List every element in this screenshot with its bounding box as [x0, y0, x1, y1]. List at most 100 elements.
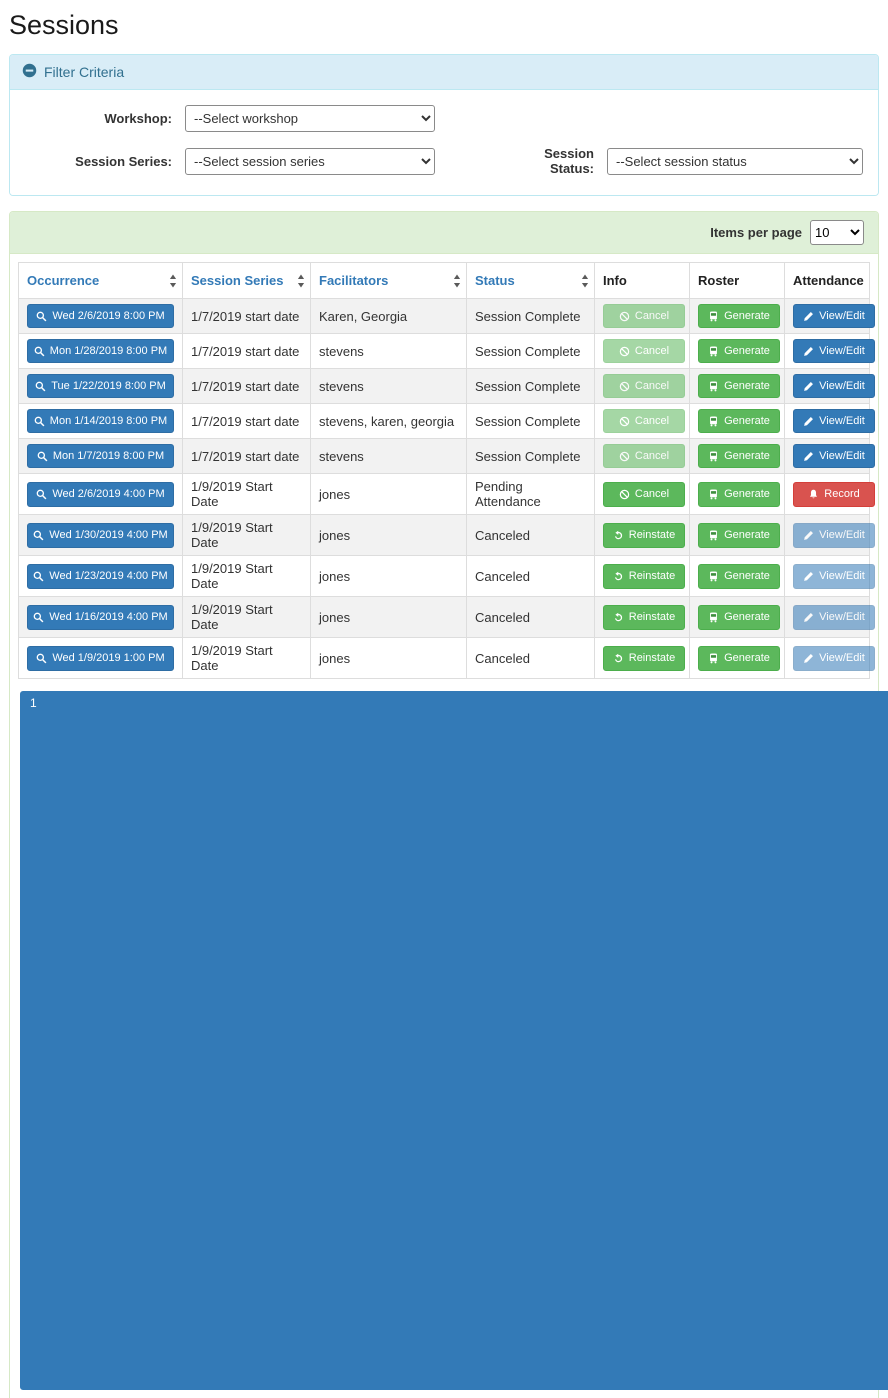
cancel-button[interactable]: Cancel: [603, 374, 685, 398]
record-button[interactable]: Record: [793, 482, 875, 506]
occurrence-cell: Mon 1/7/2019 8:00 PM: [19, 439, 183, 474]
undo-icon: [613, 653, 624, 664]
occurrence-cell: Wed 1/16/2019 4:00 PM: [19, 597, 183, 638]
sort-icon[interactable]: [169, 274, 177, 288]
page-1-link[interactable]: 1: [20, 691, 888, 1390]
ban-icon: [619, 416, 630, 427]
view-edit-button[interactable]: View/Edit: [793, 304, 875, 328]
roster-generate-label: Generate: [724, 570, 770, 582]
session-series-cell: 1/9/2019 Start Date: [183, 597, 311, 638]
filter-criteria-title: Filter Criteria: [44, 64, 124, 80]
column-header-status[interactable]: Status: [467, 263, 595, 299]
occurrence-button[interactable]: Mon 1/14/2019 8:00 PM: [27, 409, 174, 433]
facilitators-cell: jones: [311, 474, 467, 515]
attendance-cell: View/Edit: [785, 369, 870, 404]
action-label: View/Edit: [819, 310, 865, 322]
items-per-page-select[interactable]: 10: [810, 220, 864, 245]
column-header-facilitators[interactable]: Facilitators: [311, 263, 467, 299]
filter-criteria-header[interactable]: Filter Criteria: [10, 55, 878, 90]
reinstate-button[interactable]: Reinstate: [603, 523, 685, 547]
roster-generate-label: Generate: [724, 611, 770, 623]
roster-generate-button[interactable]: Generate: [698, 482, 780, 506]
view-edit-button[interactable]: View/Edit: [793, 374, 875, 398]
roster-generate-button[interactable]: Generate: [698, 444, 780, 468]
session-status-select[interactable]: --Select session status: [607, 148, 863, 175]
occurrence-label: Wed 2/6/2019 4:00 PM: [52, 488, 164, 500]
roster-generate-label: Generate: [724, 529, 770, 541]
attendance-cell: View/Edit: [785, 556, 870, 597]
action-label: Cancel: [635, 345, 669, 357]
roster-generate-button[interactable]: Generate: [698, 564, 780, 588]
search-icon: [37, 451, 48, 462]
roster-generate-button[interactable]: Generate: [698, 523, 780, 547]
cancel-button[interactable]: Cancel: [603, 304, 685, 328]
minus-circle-icon[interactable]: [22, 63, 37, 81]
bus-icon: [708, 612, 719, 623]
occurrence-label: Wed 1/30/2019 4:00 PM: [49, 529, 167, 541]
reinstate-button[interactable]: Reinstate: [603, 564, 685, 588]
view-edit-button[interactable]: View/Edit: [793, 646, 875, 670]
view-edit-button[interactable]: View/Edit: [793, 409, 875, 433]
session-series-select[interactable]: --Select session series: [185, 148, 435, 175]
occurrence-button[interactable]: Wed 2/6/2019 8:00 PM: [27, 304, 174, 328]
reinstate-button[interactable]: Reinstate: [603, 605, 685, 629]
roster-generate-button[interactable]: Generate: [698, 409, 780, 433]
occurrence-label: Wed 1/23/2019 4:00 PM: [49, 570, 167, 582]
page-title: Sessions: [9, 10, 879, 41]
cancel-button[interactable]: Cancel: [603, 444, 685, 468]
roster-generate-button[interactable]: Generate: [698, 339, 780, 363]
sort-icon[interactable]: [297, 274, 305, 288]
search-icon: [33, 612, 44, 623]
occurrence-cell: Wed 1/30/2019 4:00 PM: [19, 515, 183, 556]
column-header-label: Info: [603, 273, 627, 288]
view-edit-button[interactable]: View/Edit: [793, 564, 875, 588]
sort-icon[interactable]: [581, 274, 589, 288]
occurrence-button[interactable]: Wed 1/16/2019 4:00 PM: [27, 605, 174, 629]
roster-generate-button[interactable]: Generate: [698, 374, 780, 398]
occurrence-button[interactable]: Wed 1/30/2019 4:00 PM: [27, 523, 174, 547]
cancel-button[interactable]: Cancel: [603, 339, 685, 363]
session-series-label: Session Series:: [22, 154, 185, 169]
view-edit-button[interactable]: View/Edit: [793, 339, 875, 363]
column-header-occurrence[interactable]: Occurrence: [19, 263, 183, 299]
session-series-cell: 1/9/2019 Start Date: [183, 474, 311, 515]
bus-icon: [708, 416, 719, 427]
attendance-cell: View/Edit: [785, 299, 870, 334]
column-header-session-series[interactable]: Session Series: [183, 263, 311, 299]
bus-icon: [708, 381, 719, 392]
action-label: Cancel: [635, 310, 669, 322]
session-series-cell: 1/7/2019 start date: [183, 369, 311, 404]
pencil-icon: [803, 571, 814, 582]
view-edit-button[interactable]: View/Edit: [793, 605, 875, 629]
reinstate-button[interactable]: Reinstate: [603, 646, 685, 670]
cancel-button[interactable]: Cancel: [603, 482, 685, 506]
view-edit-button[interactable]: View/Edit: [793, 523, 875, 547]
workshop-select[interactable]: --Select workshop: [185, 105, 435, 132]
sort-icon[interactable]: [453, 274, 461, 288]
undo-icon: [613, 612, 624, 623]
occurrence-cell: Wed 2/6/2019 8:00 PM: [19, 299, 183, 334]
status-cell: Session Complete: [467, 299, 595, 334]
table-footer: 12345» 1356 Record(s): [18, 691, 870, 1390]
bus-icon: [708, 653, 719, 664]
cancel-button[interactable]: Cancel: [603, 409, 685, 433]
action-label: Reinstate: [629, 570, 675, 582]
occurrence-button[interactable]: Tue 1/22/2019 8:00 PM: [27, 374, 174, 398]
pencil-icon: [803, 653, 814, 664]
action-label: Record: [824, 488, 859, 500]
occurrence-button[interactable]: Wed 1/9/2019 1:00 PM: [27, 646, 174, 670]
view-edit-button[interactable]: View/Edit: [793, 444, 875, 468]
occurrence-button[interactable]: Mon 1/7/2019 8:00 PM: [27, 444, 174, 468]
occurrence-button[interactable]: Mon 1/28/2019 8:00 PM: [27, 339, 174, 363]
facilitators-cell: jones: [311, 556, 467, 597]
occurrence-button[interactable]: Wed 2/6/2019 4:00 PM: [27, 482, 174, 506]
roster-generate-button[interactable]: Generate: [698, 304, 780, 328]
sessions-page: Sessions Filter Criteria Workshop: --Sel…: [0, 0, 888, 1398]
roster-generate-label: Generate: [724, 345, 770, 357]
column-header-label: Status: [475, 273, 515, 288]
roster-generate-button[interactable]: Generate: [698, 646, 780, 670]
roster-generate-label: Generate: [724, 488, 770, 500]
occurrence-button[interactable]: Wed 1/23/2019 4:00 PM: [27, 564, 174, 588]
roster-generate-button[interactable]: Generate: [698, 605, 780, 629]
bus-icon: [708, 489, 719, 500]
